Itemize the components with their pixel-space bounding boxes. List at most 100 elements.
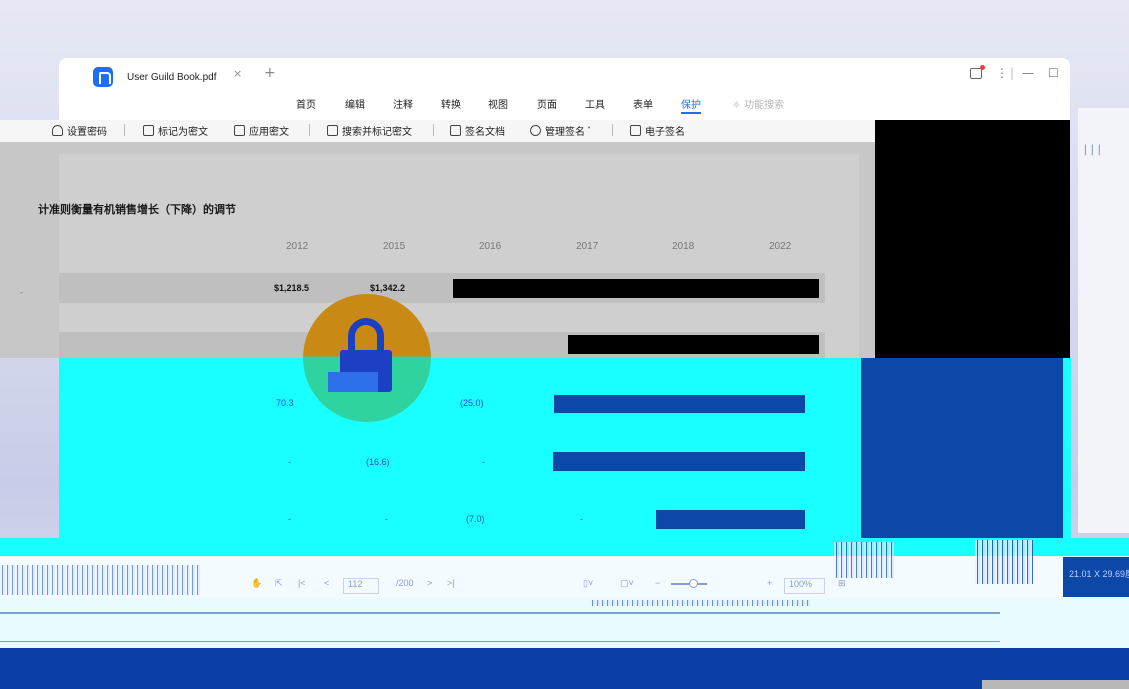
page-number-input[interactable]: 112 <box>343 578 380 594</box>
zoom-in-button[interactable]: + <box>767 578 772 594</box>
cell-row1-2012: $1,218.5 <box>274 283 310 293</box>
redaction-bar <box>553 452 805 471</box>
cell-row3-2016: (25.0) <box>460 398 484 408</box>
cell-row5-2015: - <box>385 514 388 524</box>
menu-view[interactable]: 视图 <box>488 96 508 111</box>
redaction-bar <box>453 279 819 298</box>
redaction-bar <box>568 335 819 354</box>
set-password-button[interactable]: 设置密码 <box>52 123 107 138</box>
redaction-bar <box>554 395 805 413</box>
document-page <box>59 154 859 358</box>
mark-redaction-label: 标记为密文 <box>158 127 208 138</box>
lock-icon-shadow <box>328 372 378 392</box>
sign-document-icon <box>450 125 461 136</box>
sign-document-label: 签名文档 <box>465 127 505 138</box>
feature-search[interactable]: ☼ 功能搜索 <box>732 96 784 111</box>
column-header-2017: 2017 <box>576 241 599 252</box>
apply-redact-icon <box>234 125 245 136</box>
column-header-2018: 2018 <box>672 241 695 252</box>
chevron-down-icon: ˅ <box>587 126 591 135</box>
prev-page-icon[interactable]: < <box>324 578 329 594</box>
toolbar-divider <box>433 124 434 136</box>
last-page-icon[interactable]: >| <box>447 578 455 594</box>
menu-home[interactable]: 首页 <box>296 96 316 111</box>
redaction-bar <box>656 510 805 529</box>
cell-row5-2017: - <box>580 514 583 524</box>
mark-redact-icon <box>143 125 154 136</box>
bottom-band <box>0 648 1129 689</box>
toolbar-divider <box>124 124 125 136</box>
menu-edit[interactable]: 编辑 <box>345 96 365 111</box>
manage-signature-icon <box>530 125 541 136</box>
maximize-button[interactable]: ☐ <box>1048 66 1059 80</box>
mark-redaction-button[interactable]: 标记为密文 <box>143 123 208 138</box>
toolbar-divider <box>309 124 310 136</box>
search-redact-label: 搜索并标记密文 <box>342 127 412 138</box>
status-bar-noise <box>0 565 200 595</box>
sign-document-button[interactable]: 签名文档 <box>450 123 505 138</box>
first-page-icon[interactable]: |< <box>298 578 306 594</box>
page-total: /200 <box>396 578 414 588</box>
page-dimensions: 21.01 X 29.69厘 <box>1069 569 1129 579</box>
cell-row4-2015: (16.6) <box>366 457 390 467</box>
cell-row4-2016: - <box>482 457 485 467</box>
app-window-header: User Guild Book.pdf × + ⋮ | — ☐ 首页 编辑 注释… <box>59 58 1070 120</box>
e-signature-label: 电子签名 <box>645 127 685 138</box>
status-bar-noise <box>975 540 1033 584</box>
e-signature-icon <box>630 125 641 136</box>
feature-search-placeholder: 功能搜索 <box>744 100 785 111</box>
cell-row3-2012: 70.3 <box>276 398 294 408</box>
menu-protect[interactable]: 保护 <box>681 96 701 114</box>
fit-page-icon[interactable]: ▢˅ <box>620 578 634 594</box>
apply-redaction-label: 应用密文 <box>249 127 289 138</box>
cell-row5-2016: (7.0) <box>466 514 485 524</box>
search-redact-icon <box>327 125 338 136</box>
search-redact-button[interactable]: 搜索并标记密文 <box>327 123 412 138</box>
e-signature-button[interactable]: 电子签名 <box>630 123 685 138</box>
redaction-block <box>875 120 1070 358</box>
tab-title: User Guild Book.pdf <box>127 71 217 83</box>
zoom-slider-handle[interactable] <box>689 579 698 588</box>
column-header-2012: 2012 <box>286 241 309 252</box>
document-viewport[interactable]: 计准则衡量有机销售增长（下降）的调节 - 2012 2015 2016 2017… <box>0 142 875 362</box>
document-heading: 计准则衡量有机销售增长（下降）的调节 <box>38 203 236 216</box>
manage-signature-button[interactable]: 管理签名 ˅ <box>530 123 591 138</box>
column-header-2015: 2015 <box>383 241 406 252</box>
column-header-2022: 2022 <box>769 241 792 252</box>
cell-row1-2015: $1,342.2 <box>370 283 406 293</box>
set-password-label: 设置密码 <box>67 127 107 138</box>
minimize-button[interactable]: — <box>1022 66 1034 80</box>
side-panel-edge <box>1078 108 1129 533</box>
feedback-icon[interactable] <box>970 65 985 79</box>
new-tab-button[interactable]: + <box>264 65 276 81</box>
page-layout-icon[interactable]: ▯˅ <box>583 578 593 594</box>
bottom-gray-bar <box>982 680 1129 689</box>
select-tool-icon[interactable]: ⇱ <box>275 578 283 594</box>
lower-noise <box>590 600 810 606</box>
menu-page[interactable]: 页面 <box>537 96 557 111</box>
toolbar-divider <box>612 124 613 136</box>
highlighted-strip <box>1063 358 1071 558</box>
tab-close-icon[interactable]: × <box>233 67 242 80</box>
row-marker: - <box>20 288 23 297</box>
menu-form[interactable]: 表单 <box>633 96 653 111</box>
status-bar-noise <box>834 542 894 578</box>
zoom-out-button[interactable]: − <box>655 578 660 594</box>
side-panel-toggle-icon[interactable]: ▏▏▏ <box>1085 146 1106 156</box>
more-menu-icon[interactable]: ⋮ <box>996 66 1008 80</box>
apply-redaction-button[interactable]: 应用密文 <box>234 123 289 138</box>
menu-tools[interactable]: 工具 <box>585 96 605 111</box>
manage-signature-label: 管理签名 <box>545 127 585 138</box>
document-tab[interactable]: User Guild Book.pdf <box>67 62 257 92</box>
next-page-icon[interactable]: > <box>427 578 432 594</box>
titlebar-divider: | <box>1010 66 1015 80</box>
menu-comment[interactable]: 注释 <box>393 96 413 111</box>
fullscreen-icon[interactable]: ⊞ <box>838 578 846 594</box>
menu-convert[interactable]: 转换 <box>441 96 461 111</box>
zoom-level-select[interactable]: 100% <box>784 578 826 594</box>
lock-icon <box>52 125 63 136</box>
cell-row4-2012: - <box>288 457 291 467</box>
cell-row5-2012: - <box>288 514 291 524</box>
hand-tool-icon[interactable]: ✋ <box>251 578 262 594</box>
lightbulb-icon: ☼ <box>732 100 741 111</box>
